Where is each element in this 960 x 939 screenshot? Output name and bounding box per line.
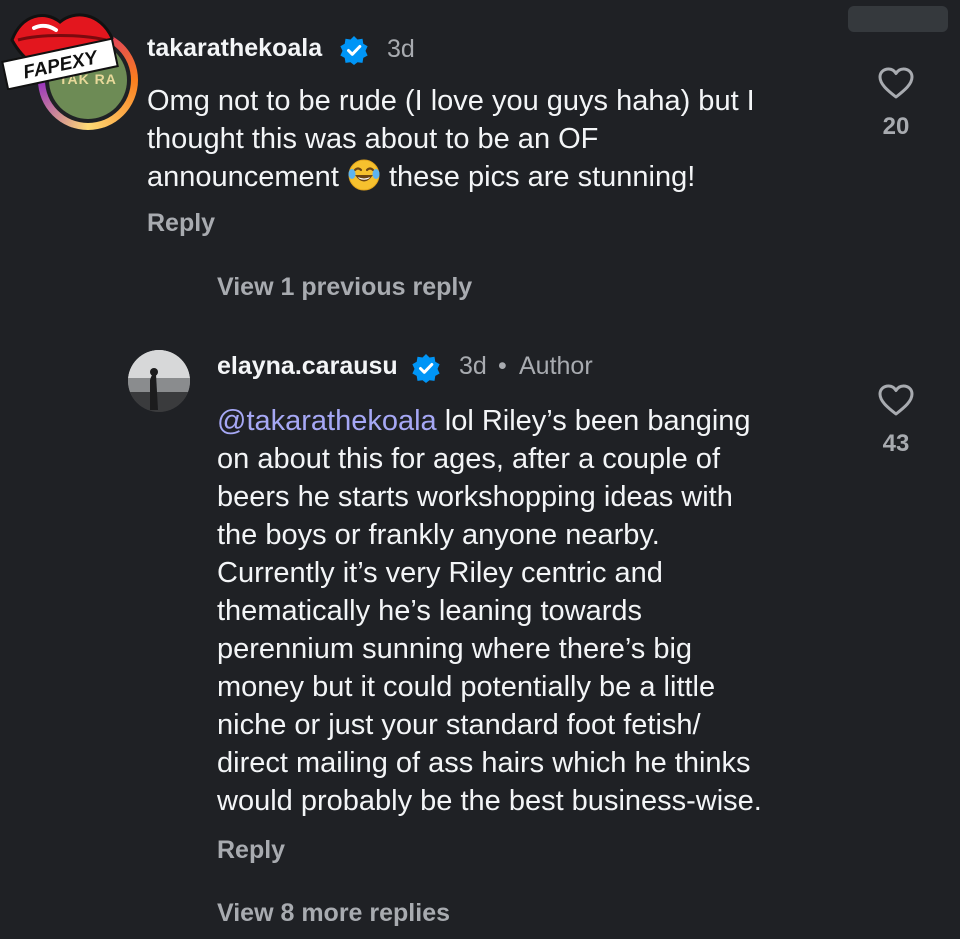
heart-icon	[878, 384, 914, 416]
view-previous-replies-button[interactable]: View 1 previous reply	[217, 273, 472, 302]
reply-button[interactable]: Reply	[217, 836, 285, 865]
verified-badge-icon	[412, 354, 440, 383]
comment-text: Omg not to be rude (I love you guys haha…	[147, 82, 847, 196]
avatar-photo	[128, 350, 190, 412]
comment-time: 3d	[387, 35, 415, 63]
comment-text-part-2: these pics are stunning!	[380, 161, 696, 193]
like-button[interactable]: 20	[866, 66, 926, 141]
avatar-elayna-carausu[interactable]	[128, 350, 190, 412]
like-count: 20	[882, 113, 910, 140]
comment-time: 3d	[459, 352, 487, 380]
like-button[interactable]: 43	[866, 383, 926, 458]
comment-text-part: lol Riley’s been banging on about this f…	[217, 405, 762, 817]
heart-icon	[878, 67, 914, 99]
verified-badge-icon	[340, 36, 368, 65]
laughing-crying-emoji-icon	[348, 159, 380, 191]
comment-username[interactable]: takarathekoala	[147, 34, 322, 63]
separator-dot: •	[498, 352, 507, 380]
reply-button[interactable]: Reply	[147, 209, 215, 238]
author-label: Author	[519, 352, 593, 380]
blurred-header-element	[848, 6, 948, 32]
comment-text: @takarathekoala lol Riley’s been banging…	[217, 402, 857, 820]
mention-link[interactable]: @takarathekoala	[217, 405, 437, 437]
like-count: 43	[882, 430, 910, 457]
comment-username[interactable]: elayna.carausu	[217, 352, 398, 381]
view-more-replies-button[interactable]: View 8 more replies	[217, 899, 450, 928]
watermark-logo: FAPEXY	[1, 13, 119, 90]
